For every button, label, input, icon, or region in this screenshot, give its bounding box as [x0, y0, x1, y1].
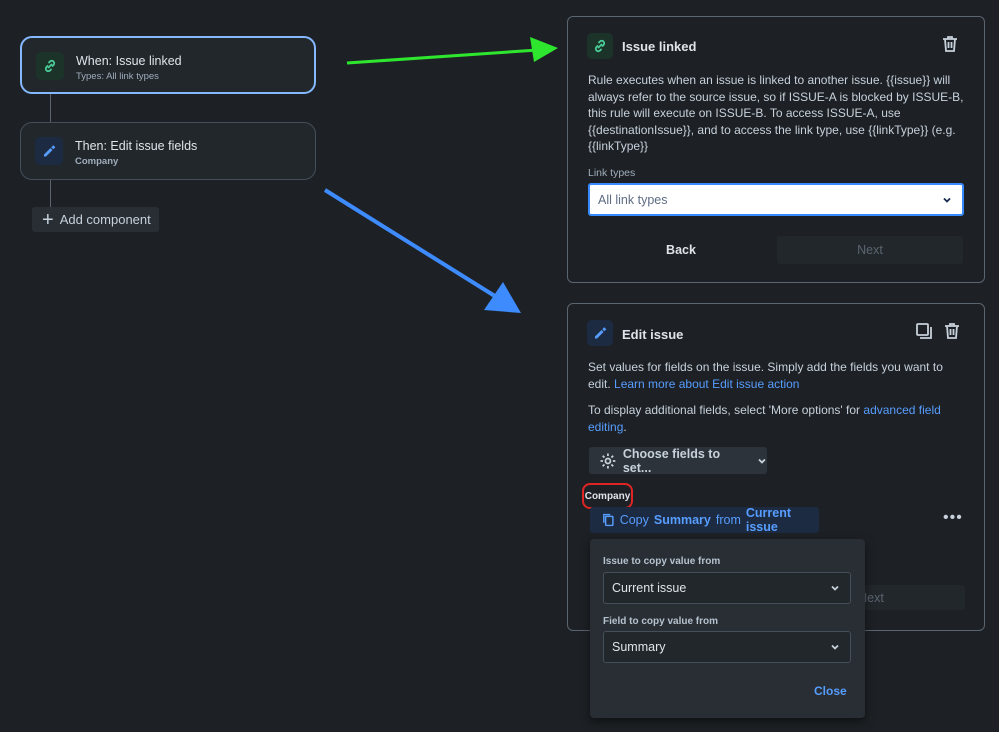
back-button[interactable]: Back: [588, 236, 774, 264]
duplicate-icon[interactable]: [914, 321, 934, 344]
delete-icon[interactable]: [942, 321, 962, 344]
blue-arrowhead: [484, 282, 521, 313]
link-types-value: All link types: [598, 192, 668, 207]
gear-icon: [600, 453, 616, 468]
issue-to-copy-label: Issue to copy value from: [603, 556, 721, 567]
issue-to-copy-value: Current issue: [612, 581, 687, 595]
field-to-copy-label: Field to copy value from: [603, 616, 719, 627]
copy-prefix: Copy: [619, 513, 649, 527]
learn-more-link[interactable]: Learn more about Edit issue action: [614, 377, 799, 391]
link-icon: [587, 33, 613, 59]
blue-arrow: [323, 188, 500, 300]
copy-icon: [603, 513, 614, 527]
copy-mid: from: [715, 513, 741, 527]
panel-title: Edit issue: [622, 327, 684, 342]
panel-title: Issue linked: [622, 39, 697, 54]
issue-linked-panel: Issue linked Rule executes when an issue…: [567, 16, 985, 283]
delete-icon[interactable]: [940, 34, 960, 57]
chevron-down-icon: [831, 585, 839, 591]
chevron-down-icon: [831, 644, 839, 650]
copy-value-popup: Issue to copy value from Current issue F…: [590, 539, 865, 718]
choose-fields-label: Choose fields to set...: [622, 446, 721, 475]
description-end: .: [623, 419, 627, 434]
chevron-down-icon: [943, 197, 951, 203]
company-field-label: Company: [582, 483, 633, 509]
link-types-select[interactable]: All link types: [588, 183, 964, 216]
copy-field: Summary: [653, 513, 711, 527]
green-arrow: [346, 48, 539, 65]
close-button[interactable]: Close: [814, 684, 847, 698]
copy-value-button[interactable]: Copy Summary from Current issue: [590, 506, 819, 534]
description-text: To display additional fields, select 'Mo…: [588, 403, 861, 417]
issue-to-copy-select[interactable]: Current issue: [603, 572, 851, 604]
next-button[interactable]: Next: [777, 236, 963, 264]
pencil-icon: [587, 320, 613, 346]
panel-description: Set values for fields on the issue. Simp…: [588, 359, 968, 392]
choose-fields-button[interactable]: Choose fields to set...: [589, 446, 767, 475]
link-types-label: Link types: [588, 167, 636, 179]
field-to-copy-select[interactable]: Summary: [603, 631, 851, 663]
more-options-icon[interactable]: •••: [943, 510, 963, 526]
panel-description: Rule executes when an issue is linked to…: [588, 73, 964, 153]
copy-source: Current issue: [745, 506, 792, 534]
chevron-down-icon: [758, 458, 766, 464]
field-label-text: Company: [584, 490, 631, 502]
panel-description-2: To display additional fields, select 'Mo…: [588, 402, 968, 435]
field-to-copy-value: Summary: [612, 640, 666, 654]
green-arrowhead: [530, 37, 558, 62]
